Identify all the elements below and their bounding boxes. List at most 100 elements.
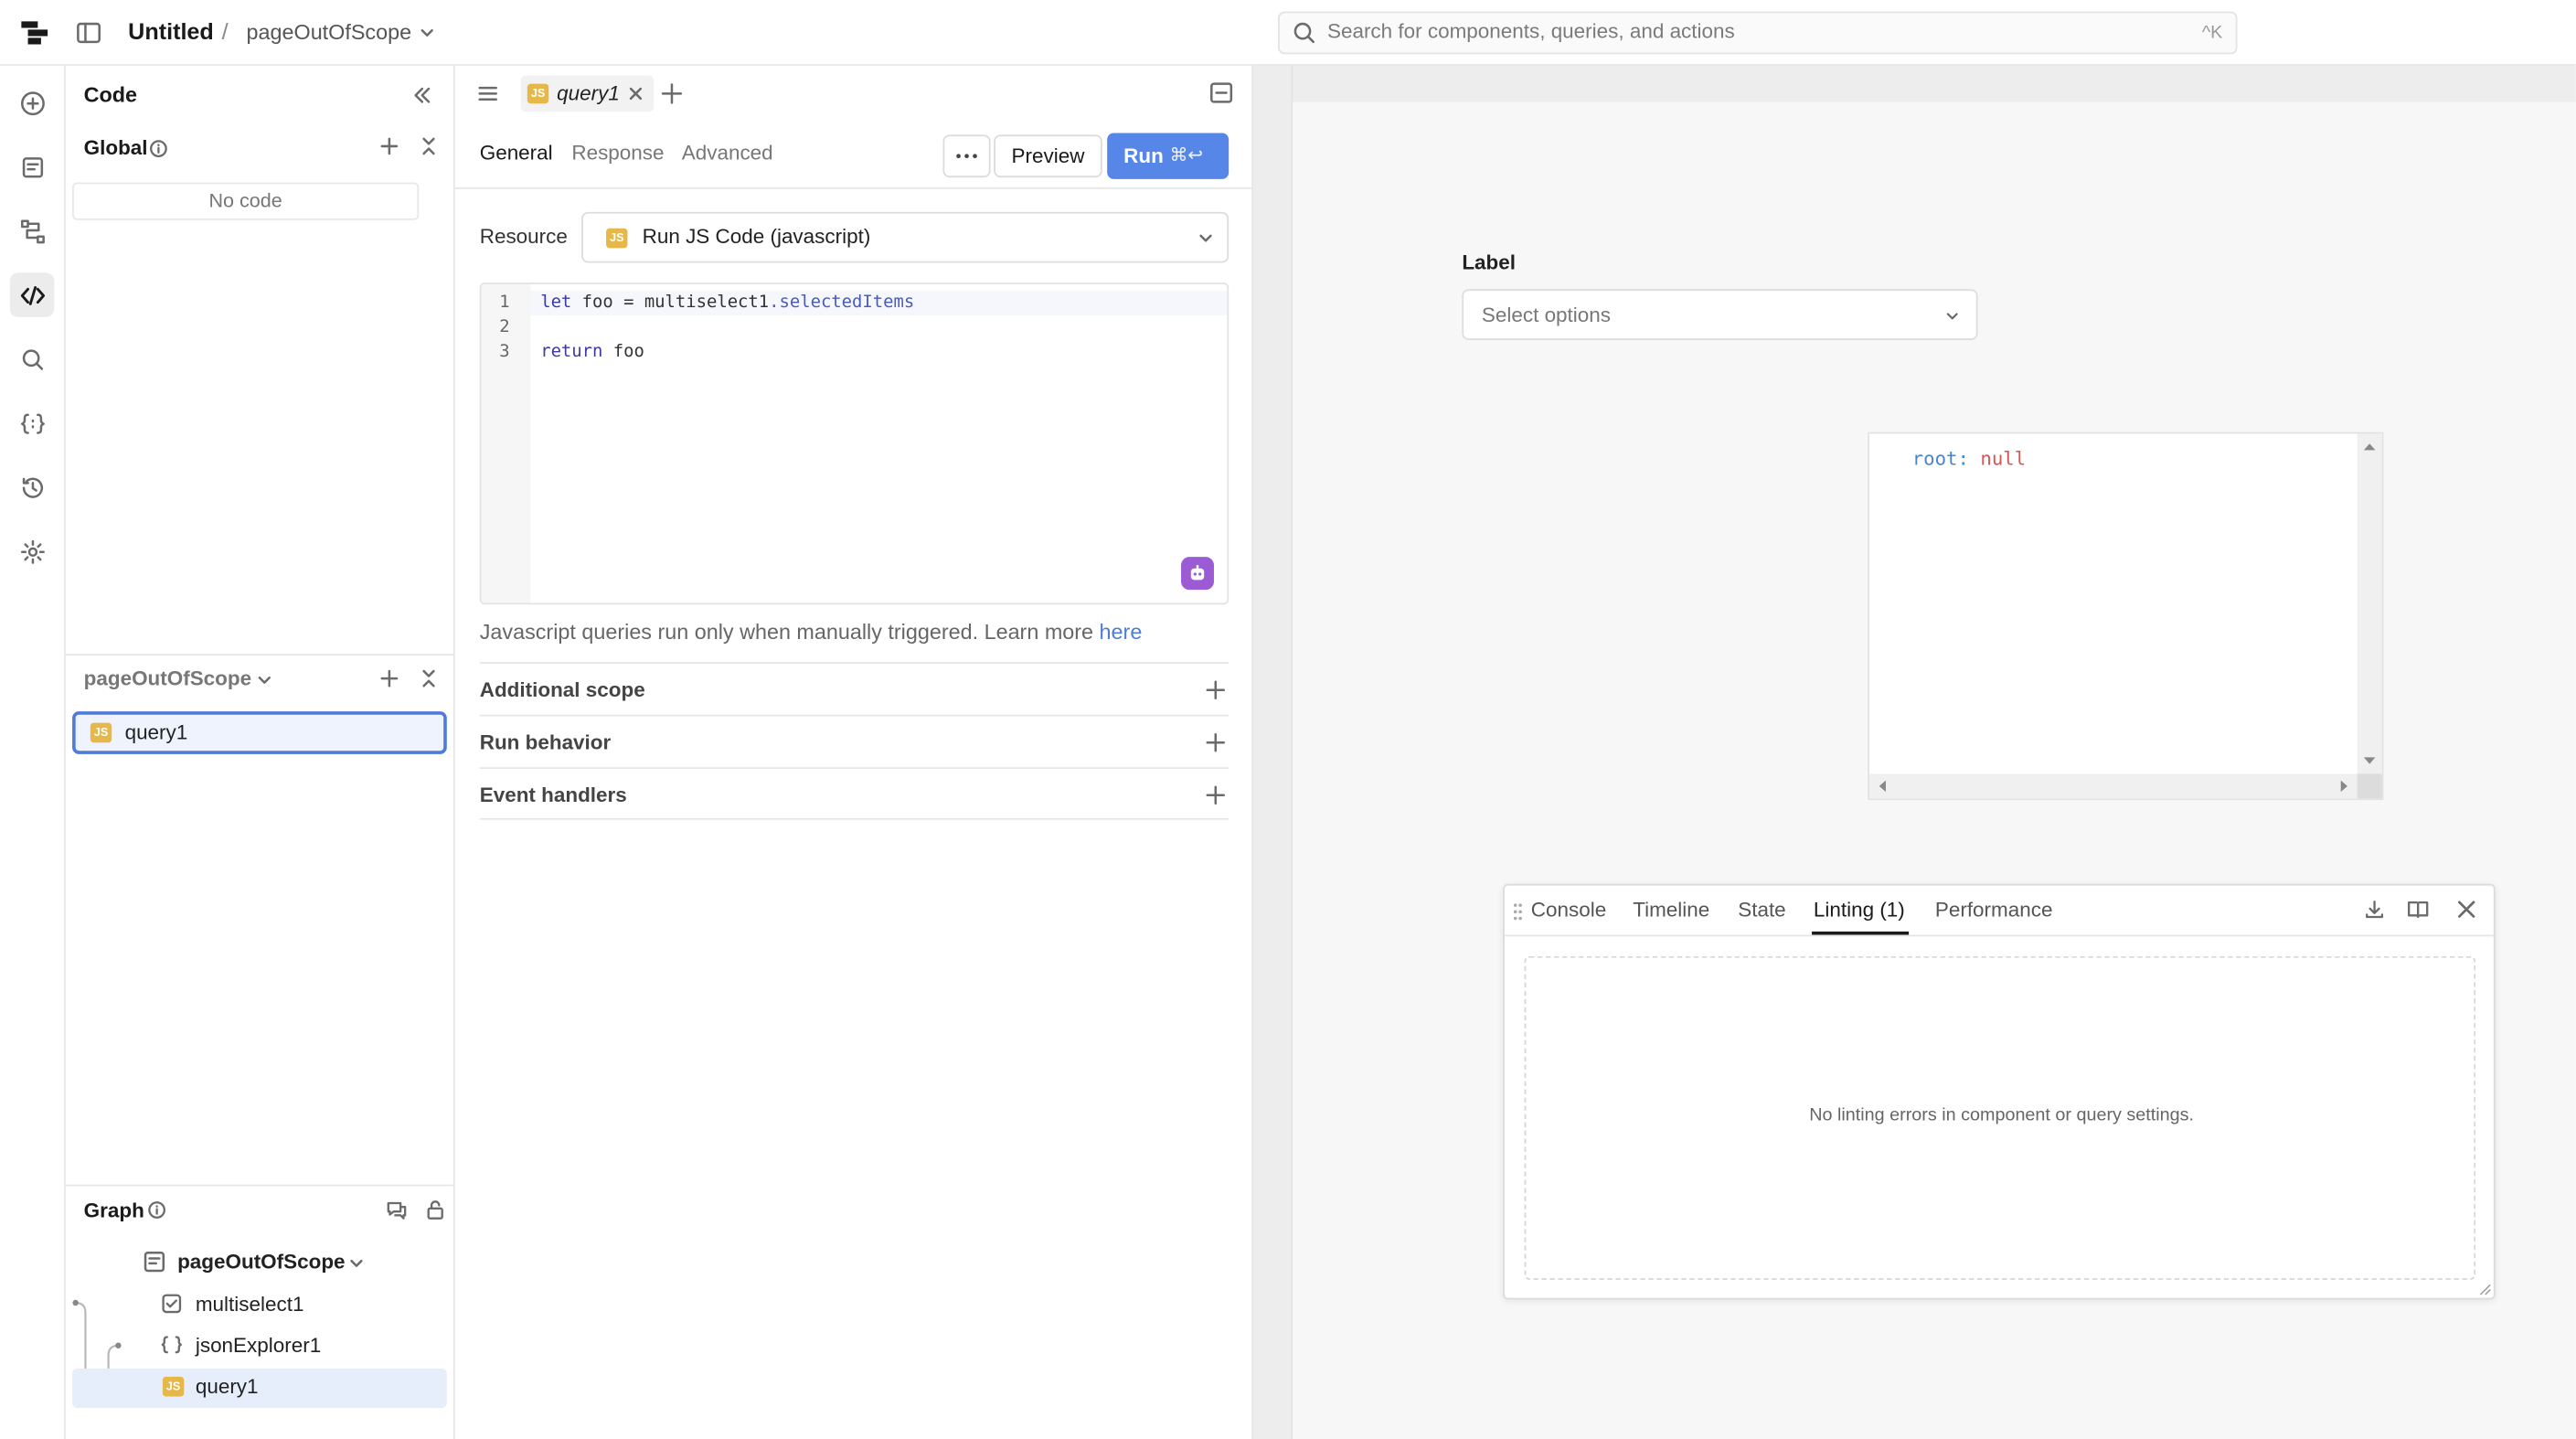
search-icon <box>1293 21 1315 44</box>
breadcrumb-separator: / <box>221 17 229 45</box>
expand-plus-icon[interactable] <box>1206 785 1226 805</box>
download-icon[interactable] <box>2364 899 2385 920</box>
divider <box>1505 934 2494 937</box>
page-section-title[interactable]: pageOutOfScope <box>84 667 251 690</box>
unlock-icon[interactable] <box>425 1199 445 1220</box>
chevron-down-icon[interactable] <box>419 25 435 41</box>
tab-console[interactable]: Console <box>1531 899 1606 922</box>
graph-node[interactable]: multiselect1 <box>196 1293 304 1316</box>
chevron-down-icon <box>1198 230 1214 247</box>
resource-select[interactable]: JS Run JS Code (javascript) <box>581 211 1229 263</box>
line-number: 1 <box>499 292 510 313</box>
page-node-icon <box>143 1251 165 1274</box>
graph-root-node[interactable]: pageOutOfScope <box>177 1251 345 1274</box>
no-code-placeholder: No code <box>72 182 420 220</box>
json-root-node[interactable]: root: null <box>1912 447 2026 470</box>
tab-performance[interactable]: Performance <box>1935 899 2053 922</box>
debug-panel: Console Timeline State Linting (1) Perfo… <box>1503 883 2496 1300</box>
query-list-item-label: query1 <box>124 720 188 745</box>
ellipsis-icon <box>956 154 977 159</box>
subtab-response[interactable]: Response <box>571 142 664 165</box>
more-options-button[interactable] <box>942 134 991 178</box>
tab-state[interactable]: State <box>1738 899 1785 922</box>
rail-history-button[interactable] <box>10 465 55 510</box>
learn-more-link[interactable]: here <box>1100 619 1143 644</box>
chevron-down-icon[interactable] <box>348 1255 365 1272</box>
rail-settings-button[interactable] <box>10 529 55 574</box>
app-title[interactable]: Untitled <box>128 18 214 45</box>
tab-timeline[interactable]: Timeline <box>1633 899 1709 922</box>
rail-pages-button[interactable] <box>10 144 55 189</box>
run-button[interactable]: Run ⌘↩ <box>1107 133 1229 179</box>
json-explorer[interactable]: root: null <box>1868 432 2384 801</box>
line-number: 3 <box>499 341 510 362</box>
linting-empty-message: No linting errors in component or query … <box>1809 1105 2195 1125</box>
code-line-3[interactable]: return foo <box>540 342 644 362</box>
code-line-1[interactable]: let foo = multiselect1.selectedItems <box>540 293 914 313</box>
rail-add-button[interactable] <box>10 80 55 125</box>
rail-graph-button[interactable] <box>10 208 55 253</box>
resize-handle-icon[interactable] <box>2479 1283 2492 1295</box>
section-event-handlers[interactable]: Event handlers <box>479 767 1229 820</box>
subtab-general[interactable]: General <box>480 142 553 165</box>
multiselect-placeholder: Select options <box>1481 304 1612 327</box>
multiselect-input[interactable]: Select options <box>1462 289 1978 340</box>
search-icon <box>21 348 43 369</box>
graph-node[interactable]: jsonExplorer1 <box>196 1334 321 1357</box>
graph-section-title: Graph <box>83 1199 144 1222</box>
rail-search-button[interactable] <box>10 336 55 381</box>
graph-node-selected[interactable]: JS query1 <box>72 1368 447 1409</box>
dock-panel-icon[interactable] <box>2407 899 2430 920</box>
collapse-section-icon[interactable] <box>419 668 439 688</box>
retool-logo-icon[interactable] <box>20 18 49 48</box>
section-label: Additional scope <box>479 678 645 702</box>
ai-assist-button[interactable] <box>1181 557 1214 591</box>
close-icon[interactable] <box>628 85 644 101</box>
left-rail <box>0 65 66 1439</box>
info-icon <box>148 1201 166 1220</box>
page-selector[interactable]: pageOutOfScope <box>247 20 412 45</box>
tab-label: query1 <box>557 81 620 106</box>
run-shortcut: ⌘↩ <box>1169 145 1203 166</box>
js-badge-icon: JS <box>606 228 628 249</box>
collapse-panel-icon[interactable] <box>410 84 433 107</box>
tab-linting[interactable]: Linting (1) <box>1814 899 1905 922</box>
comments-icon[interactable] <box>386 1199 407 1220</box>
add-query-icon[interactable] <box>379 668 399 688</box>
js-badge-icon: JS <box>527 83 549 104</box>
search-input[interactable] <box>1326 19 2149 43</box>
query-list-item[interactable]: JS query1 <box>72 711 447 754</box>
close-icon[interactable] <box>2456 899 2477 920</box>
expand-plus-icon[interactable] <box>1206 680 1226 700</box>
json-key: root: <box>1911 446 1969 470</box>
vertical-scrollbar[interactable] <box>2357 433 2382 776</box>
section-run-behavior[interactable]: Run behavior <box>479 714 1229 768</box>
section-label: Run behavior <box>479 730 612 754</box>
divider <box>65 1184 455 1187</box>
sidebar-toggle-icon[interactable] <box>76 20 102 47</box>
new-tab-plus-icon[interactable] <box>660 82 683 105</box>
preview-button[interactable]: Preview <box>994 134 1102 178</box>
horizontal-scrollbar[interactable] <box>1868 773 2359 799</box>
robot-icon <box>1190 565 1205 581</box>
add-global-code-icon[interactable] <box>379 136 399 156</box>
tab-query1[interactable]: JS query1 <box>520 75 655 112</box>
code-editor[interactable]: 1 2 3 let foo = multiselect1.selectedIte… <box>479 282 1229 605</box>
section-additional-scope[interactable]: Additional scope <box>479 662 1229 715</box>
multiselect-label: Label <box>1462 250 1517 275</box>
collapse-section-icon[interactable] <box>419 136 439 156</box>
expand-plus-icon[interactable] <box>1206 732 1226 752</box>
minimize-panel-icon[interactable] <box>1209 80 1234 105</box>
subtab-advanced[interactable]: Advanced <box>682 142 773 165</box>
resource-label: Resource <box>479 225 568 249</box>
js-badge-icon: JS <box>90 722 112 743</box>
plus-circle-icon <box>20 91 44 115</box>
rail-code-button[interactable] <box>9 272 55 317</box>
chevron-down-icon[interactable] <box>256 672 272 688</box>
drag-handle-icon[interactable] <box>1513 902 1523 922</box>
rail-state-button[interactable] <box>10 400 55 445</box>
divider <box>65 654 455 656</box>
linting-empty-state: No linting errors in component or query … <box>1524 955 2476 1280</box>
search-box[interactable]: ^K <box>1278 11 2238 55</box>
query-list-menu-icon[interactable] <box>476 82 499 105</box>
